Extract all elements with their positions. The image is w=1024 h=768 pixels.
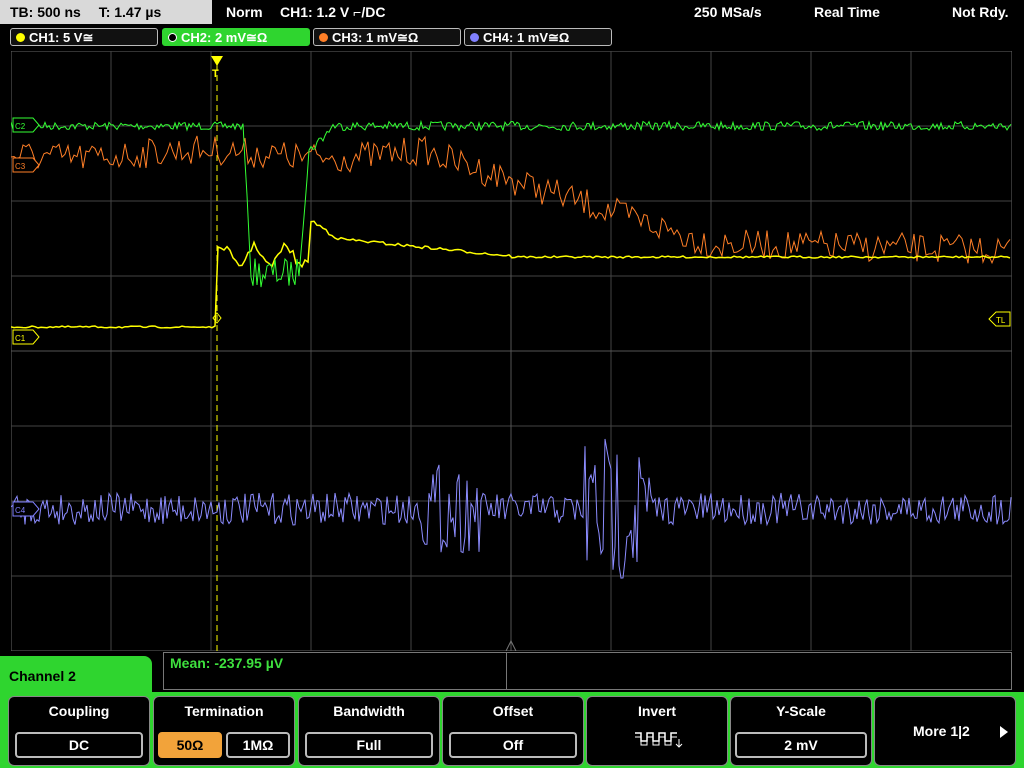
invert-softkey[interactable]: Invert: [586, 696, 728, 766]
measurement-divider: [506, 653, 507, 689]
channel-menu-title: Channel 2: [0, 656, 152, 696]
measurement-panel: Mean: -237.95 µV: [163, 652, 1012, 690]
yscale-title: Y-Scale: [776, 703, 826, 719]
tab-ch2[interactable]: CH2: 2 mV≅Ω: [162, 28, 310, 46]
channel-tabs: CH1: 5 V≅ CH2: 2 mV≅Ω CH3: 1 mV≅Ω CH4: 1…: [10, 26, 1014, 48]
waveform-display[interactable]: T C2 C3 C1 C4 TL: [11, 51, 1012, 651]
sample-rate: 250 MSa/s: [694, 4, 762, 20]
trigger-level-label: TL: [996, 316, 1006, 325]
ch1-marker[interactable]: C1: [12, 329, 40, 345]
more-softkey[interactable]: More 1|2: [874, 696, 1016, 766]
invert-waveform-icon: [635, 732, 683, 748]
ch3-marker-label: C3: [15, 162, 26, 171]
more-label: More 1|2: [913, 723, 970, 739]
offset-value-button[interactable]: Off: [449, 732, 577, 758]
termination-1mohm-button[interactable]: 1MΩ: [226, 732, 290, 758]
tab-ch3[interactable]: CH3: 1 mV≅Ω: [313, 28, 461, 46]
timebase-box[interactable]: TB: 500 ns T: 1.47 µs: [0, 0, 212, 24]
termination-softkey[interactable]: Termination 50Ω 1MΩ: [153, 696, 295, 766]
ready-state: Not Rdy.: [952, 4, 1009, 20]
status-bar: TB: 500 ns T: 1.47 µs Norm CH1: 1.2 V ⌐/…: [0, 0, 1024, 25]
coupling-value-button[interactable]: DC: [15, 732, 143, 758]
termination-50ohm-button[interactable]: 50Ω: [158, 732, 222, 758]
ch3-label: CH3: 1 mV≅Ω: [332, 30, 419, 45]
ch4-marker[interactable]: C4: [12, 501, 40, 517]
tab-ch4[interactable]: CH4: 1 mV≅Ω: [464, 28, 612, 46]
coupling-softkey[interactable]: Coupling DC: [8, 696, 150, 766]
trigger-mode[interactable]: Norm: [226, 0, 263, 24]
ch2-dot-icon: [168, 33, 177, 42]
timebase-value: TB: 500 ns: [10, 4, 81, 20]
tab-ch1[interactable]: CH1: 5 V≅: [10, 28, 158, 46]
trigger-source[interactable]: CH1: 1.2 V ⌐/DC: [280, 0, 385, 24]
bandwidth-title: Bandwidth: [333, 703, 405, 719]
ch1-marker-label: C1: [15, 334, 26, 343]
bandwidth-value-button[interactable]: Full: [305, 732, 433, 758]
offset-title: Offset: [492, 703, 534, 719]
ch4-label: CH4: 1 mV≅Ω: [483, 30, 570, 45]
termination-title: Termination: [184, 703, 264, 719]
coupling-title: Coupling: [48, 703, 110, 719]
offset-softkey[interactable]: Offset Off: [442, 696, 584, 766]
ch1-label: CH1: 5 V≅: [29, 30, 94, 45]
ch4-marker-label: C4: [15, 506, 26, 515]
ch2-marker[interactable]: C2: [12, 117, 40, 133]
mean-measurement: Mean: -237.95 µV: [170, 655, 284, 671]
ch3-marker[interactable]: C3: [12, 157, 40, 173]
bandwidth-softkey[interactable]: Bandwidth Full: [298, 696, 440, 766]
yscale-value-button[interactable]: 2 mV: [735, 732, 867, 758]
next-page-icon: [1000, 726, 1008, 738]
ch2-label: CH2: 2 mV≅Ω: [181, 30, 268, 45]
ch2-marker-label: C2: [15, 122, 26, 131]
acquisition-mode: Real Time: [814, 4, 880, 20]
trigger-t-label: T: [212, 68, 219, 80]
yscale-softkey[interactable]: Y-Scale 2 mV: [730, 696, 872, 766]
ch1-dot-icon: [16, 33, 25, 42]
ch4-dot-icon: [470, 33, 479, 42]
trigger-time-value: T: 1.47 µs: [98, 4, 162, 20]
ch3-dot-icon: [319, 33, 328, 42]
invert-title: Invert: [637, 703, 677, 719]
